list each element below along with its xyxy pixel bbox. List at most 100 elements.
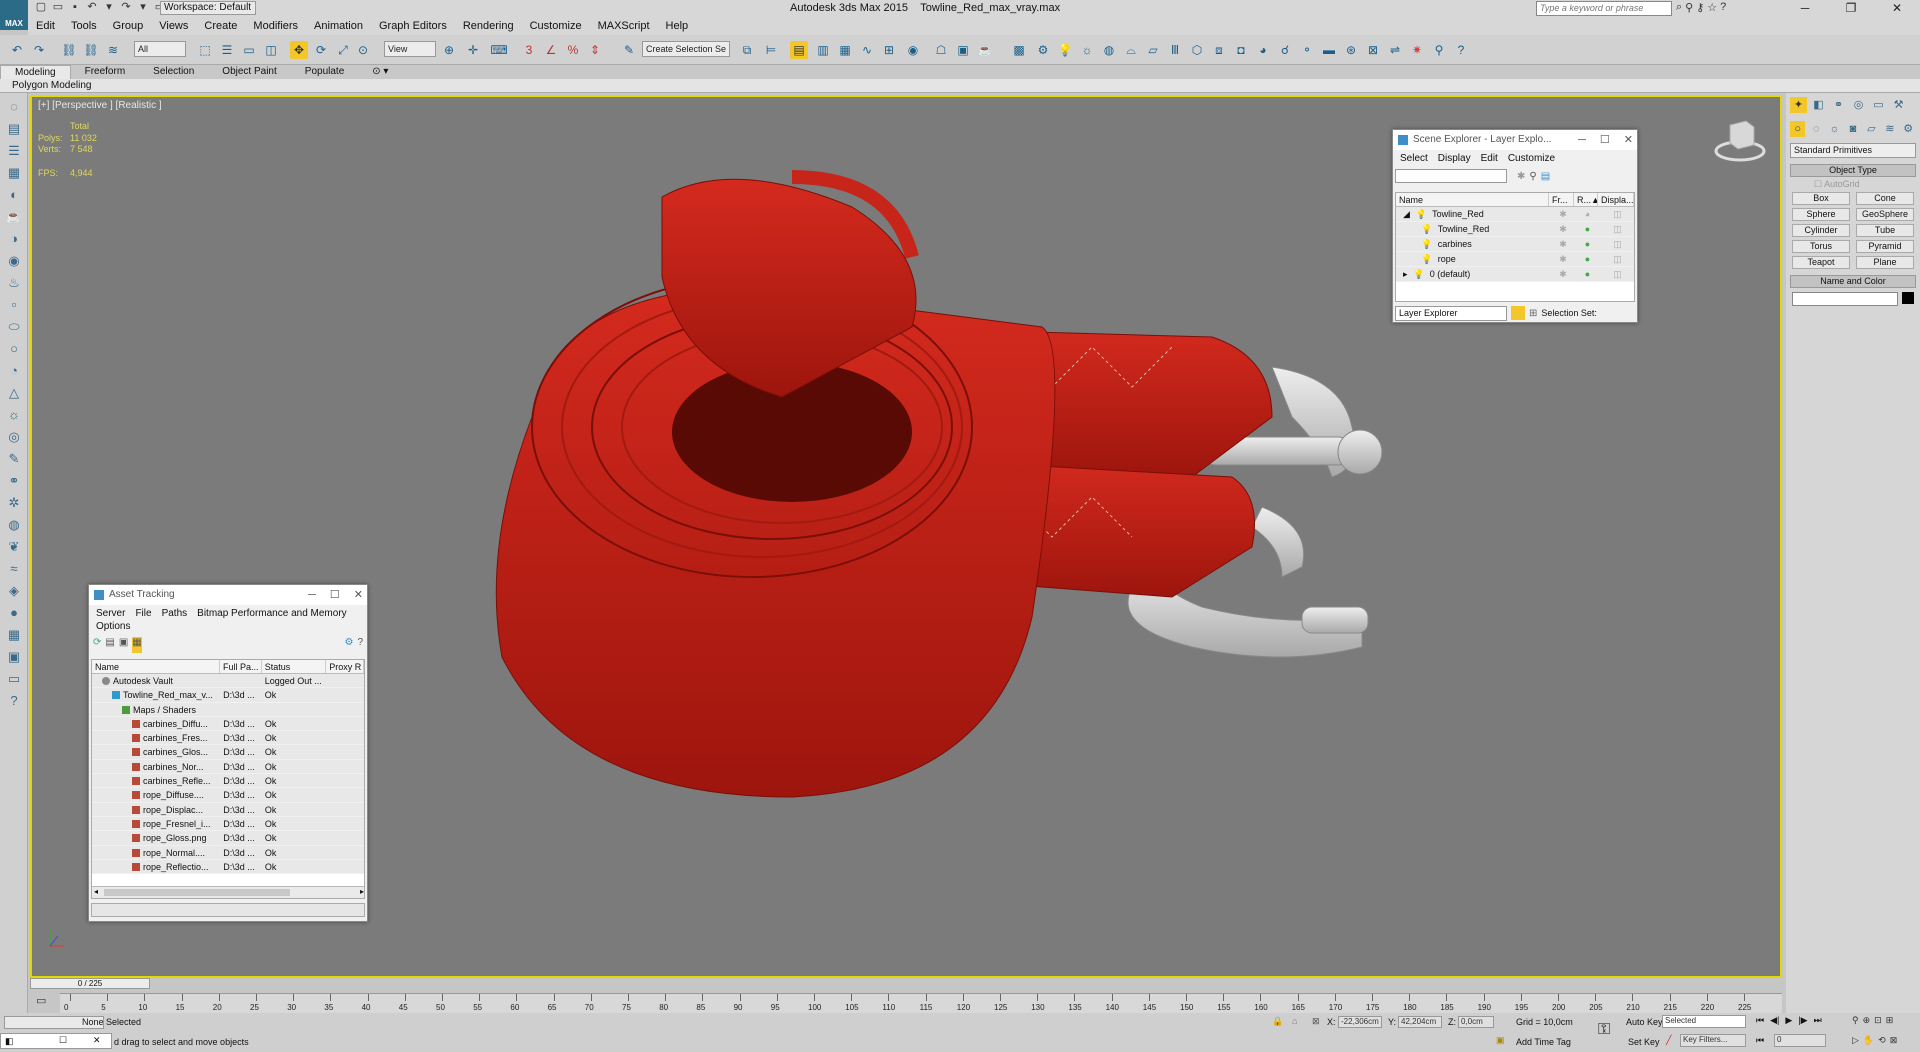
tab-object-paint[interactable]: Object Paint xyxy=(208,65,290,79)
rotate-icon[interactable]: ⟳ xyxy=(312,41,330,59)
polygon-modeling-label[interactable]: Polygon Modeling xyxy=(12,80,92,91)
vray-displacement-icon[interactable]: ⧈ xyxy=(1210,41,1228,59)
menu-bitmap-performance[interactable]: Bitmap Performance and Memory xyxy=(192,608,352,619)
pyramid-button[interactable]: Pyramid xyxy=(1856,240,1914,253)
close-icon[interactable]: ✕ xyxy=(1624,130,1633,150)
tree-row[interactable]: 💡 Towline_Red ✱ ● ◫ xyxy=(1396,222,1634,237)
menu-tools[interactable]: Tools xyxy=(63,17,105,35)
vray-toon-icon[interactable]: ⊠ xyxy=(1364,41,1382,59)
rendered-frame-icon[interactable]: ▣ xyxy=(954,41,972,59)
undo-icon[interactable]: ↶ xyxy=(85,1,99,14)
tool-brush-icon[interactable]: ✎ xyxy=(5,451,23,467)
shapes-icon[interactable]: ◌ xyxy=(1808,121,1823,137)
col-full-path[interactable]: Full Pa... xyxy=(220,660,262,673)
prev-frame-icon[interactable]: ◀| xyxy=(1770,1015,1779,1026)
unlink-icon[interactable]: ⛓ xyxy=(82,41,100,59)
table-row[interactable]: rope_Gloss.png D:\3d ... Ok xyxy=(92,831,364,846)
named-selection-set-dropdown[interactable]: Create Selection Se xyxy=(642,41,730,57)
menu-select[interactable]: Select xyxy=(1395,153,1433,164)
tool-help-icon[interactable]: ? xyxy=(1452,41,1470,59)
help-icon[interactable]: ? xyxy=(357,637,363,653)
tool-box-icon[interactable]: ▫ xyxy=(5,297,23,313)
mini-curve-editor-icon[interactable]: ▭ xyxy=(36,994,46,1007)
taskbar-thumbnail[interactable]: ◧ ☐ ✕ xyxy=(0,1033,112,1049)
sphere-button[interactable]: Sphere xyxy=(1792,208,1850,221)
restore-icon[interactable]: ❐ xyxy=(1828,0,1874,17)
table-row[interactable]: Autodesk Vault Logged Out ... xyxy=(92,674,364,689)
scroll-right-icon[interactable]: ▸ xyxy=(360,887,364,896)
key-filters-button[interactable]: Key Filters... xyxy=(1680,1034,1746,1047)
tool-question-icon[interactable]: ? xyxy=(5,693,23,709)
play-icon[interactable]: ▶ xyxy=(1785,1015,1792,1026)
tool-script-icon[interactable]: ▣ xyxy=(5,649,23,665)
table-row[interactable]: carbines_Fres... D:\3d ... Ok xyxy=(92,731,364,746)
tool-plant-icon[interactable]: ❦ xyxy=(5,539,23,555)
helpers-icon[interactable]: ▱ xyxy=(1864,121,1879,137)
rectangular-selection-icon[interactable]: ▭ xyxy=(240,41,258,59)
menu-create[interactable]: Create xyxy=(196,17,245,35)
spinner-snap-icon[interactable]: ⇕ xyxy=(586,41,604,59)
col-display[interactable]: Displa... xyxy=(1598,193,1634,206)
mirror-icon[interactable]: ⧉ xyxy=(738,41,756,59)
time-tag-icon[interactable]: ▣ xyxy=(1496,1035,1505,1046)
tool-sun-icon[interactable]: ☼ xyxy=(5,407,23,423)
tool-camera-icon[interactable]: ◉ xyxy=(5,253,23,269)
zoom-all-icon[interactable]: ⊕ xyxy=(1863,1015,1871,1026)
table-row[interactable]: carbines_Diffu... D:\3d ... Ok xyxy=(92,716,364,732)
viewcube[interactable] xyxy=(1712,115,1768,163)
table-row[interactable]: carbines_Refle... D:\3d ... Ok xyxy=(92,774,364,789)
render-icon[interactable]: ◕ xyxy=(1574,207,1598,221)
tool-sphere-icon[interactable]: ○ xyxy=(5,341,23,357)
select-by-name-icon[interactable]: ☰ xyxy=(218,41,236,59)
vault-login-icon[interactable]: ⚙ xyxy=(344,637,353,653)
expand-triangle-icon[interactable]: ◢ xyxy=(1400,209,1410,219)
move-icon[interactable]: ✥ xyxy=(290,41,308,59)
tube-button[interactable]: Tube xyxy=(1856,224,1914,237)
tab-selection[interactable]: Selection xyxy=(139,65,208,79)
schematic-view-icon[interactable]: ⊞ xyxy=(880,41,898,59)
bulb-icon[interactable]: 💡 xyxy=(1412,209,1426,219)
scene-search-input[interactable] xyxy=(1395,169,1507,183)
tool-globe-icon[interactable]: ◍ xyxy=(5,517,23,533)
plane-button[interactable]: Plane xyxy=(1856,256,1914,269)
vray-camera-icon[interactable]: ◘ xyxy=(1232,41,1250,59)
open-file-icon[interactable]: ▭ xyxy=(51,1,65,14)
tool-list-icon[interactable]: ☰ xyxy=(5,143,23,159)
tool-mesh-icon[interactable]: ▦ xyxy=(5,627,23,643)
hierarchy-tab-icon[interactable]: ⚭ xyxy=(1830,97,1847,113)
absolute-mode-icon[interactable]: ⊠ xyxy=(1312,1016,1320,1027)
tool-shade-icon[interactable]: ◐ xyxy=(5,187,23,203)
vray-plane-icon[interactable]: ▱ xyxy=(1144,41,1162,59)
modify-tab-icon[interactable]: ◧ xyxy=(1810,97,1827,113)
primitive-category-dropdown[interactable]: Standard Primitives xyxy=(1790,143,1916,158)
utilities-tab-icon[interactable]: ⚒ xyxy=(1890,97,1907,113)
render-production-icon[interactable]: ☕ xyxy=(976,41,994,59)
pivot-center-icon[interactable]: ⊕ xyxy=(440,41,458,59)
add-time-tag[interactable]: Add Time Tag xyxy=(1516,1037,1571,1047)
torus-button[interactable]: Torus xyxy=(1792,240,1850,253)
table-row[interactable]: rope_Reflectio... D:\3d ... Ok xyxy=(92,859,364,875)
menu-edit[interactable]: Edit xyxy=(28,17,63,35)
bulb-icon[interactable]: 💡 xyxy=(1418,239,1432,249)
search-input[interactable]: Type a keyword or phrase xyxy=(1536,1,1672,16)
tool-cylinder-icon[interactable]: ⬭ xyxy=(5,319,23,335)
key-mode-icon[interactable]: ⏮ xyxy=(1756,1035,1764,1046)
time-slider[interactable]: 0 / 225 xyxy=(30,978,150,989)
tool-shape-icon[interactable]: ◔ xyxy=(5,363,23,379)
render-icon[interactable]: ● xyxy=(1574,252,1598,266)
autogrid-checkbox[interactable]: ☐ AutoGrid xyxy=(1814,179,1892,190)
isolate-icon[interactable]: ⌂ xyxy=(1292,1016,1297,1026)
scene-explorer-toggle-icon[interactable]: ▤ xyxy=(790,41,808,59)
refresh-icon[interactable]: ⟳ xyxy=(93,637,101,653)
next-frame-icon[interactable]: |▶ xyxy=(1798,1015,1807,1026)
curve-editor-icon[interactable]: ∿ xyxy=(858,41,876,59)
explorer-mode-dropdown[interactable]: Layer Explorer xyxy=(1395,305,1507,321)
scroll-left-icon[interactable]: ◂ xyxy=(94,887,98,896)
vray-sphere-light-icon[interactable]: ◍ xyxy=(1100,41,1118,59)
expand-triangle-icon[interactable]: ▸ xyxy=(1400,269,1408,279)
render-icon[interactable]: ● xyxy=(1574,237,1598,251)
window-crossing-icon[interactable]: ◫ xyxy=(262,41,280,59)
object-type-rollout[interactable]: Object Type xyxy=(1790,164,1916,177)
table-row[interactable]: rope_Fresnel_i... D:\3d ... Ok xyxy=(92,816,364,832)
tree-row[interactable]: ◢ 💡 Towline_Red ✱ ◕ ◫ xyxy=(1396,207,1634,222)
